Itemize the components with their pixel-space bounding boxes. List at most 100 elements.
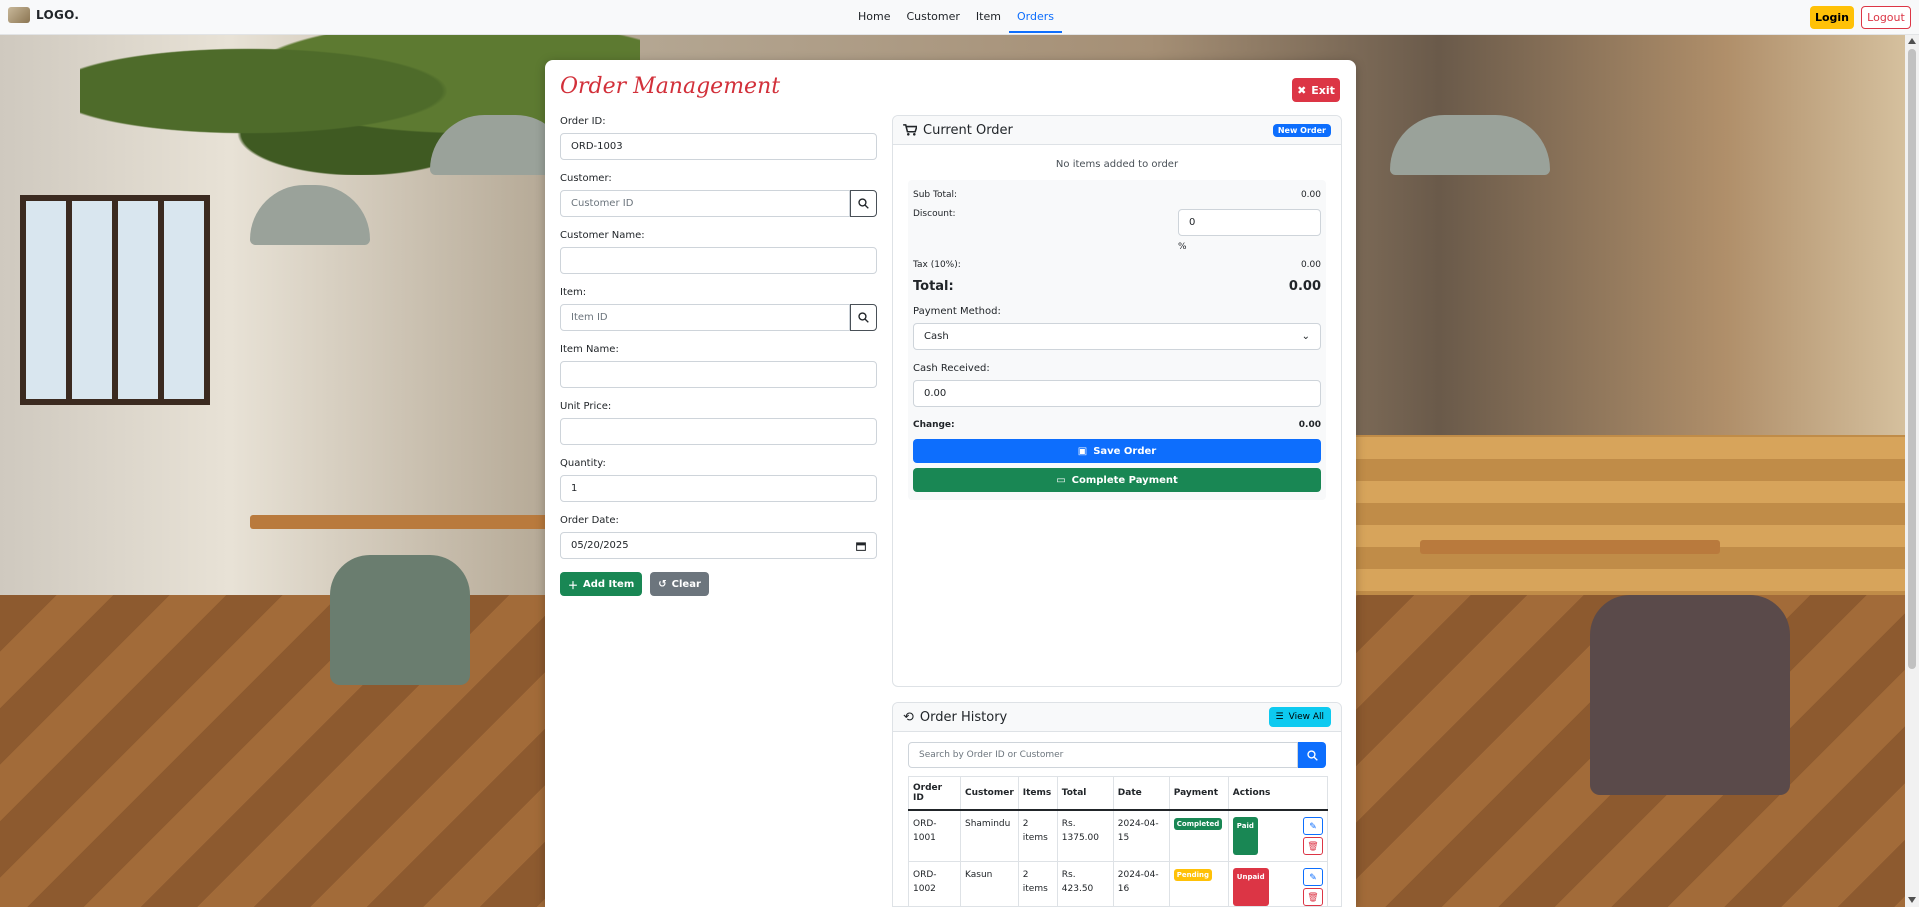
customer-label: Customer: [560, 173, 612, 184]
search-icon [1306, 749, 1318, 761]
calendar-icon[interactable] [856, 541, 866, 551]
delete-order-button[interactable]: 🗑 [1303, 888, 1323, 906]
column-header-payment: Payment [1168, 776, 1229, 811]
page-scrollbar[interactable] [1905, 35, 1919, 907]
logout-button[interactable]: Logout [1861, 6, 1911, 29]
quantity-input[interactable]: 1 [560, 475, 877, 502]
payment-badge: Unpaid [1232, 868, 1269, 906]
cell-order-id: ORD-1001 [908, 809, 961, 862]
trash-icon: 🗑 [1307, 891, 1319, 902]
cash-received-input[interactable]: 0.00 [913, 380, 1321, 407]
order-history-header: ⟲ Order History ☰ View All [893, 703, 1341, 732]
tax-value: 0.00 [1300, 260, 1321, 270]
nav-link-item[interactable]: Item [968, 0, 1009, 33]
cell-actions: Paid ✎ 🗑 [1227, 809, 1329, 862]
background-chair [1590, 595, 1790, 795]
item-search-button[interactable] [850, 304, 877, 331]
order-date-value: 05/20/2025 [571, 540, 629, 551]
payment-method-label: Payment Method: [913, 306, 1001, 317]
cell-customer: Shamindu [960, 809, 1019, 862]
delete-order-button[interactable]: 🗑 [1303, 837, 1323, 855]
payment-method-select[interactable]: Cash ⌄ [913, 323, 1321, 350]
order-summary: Sub Total: 0.00 Discount: 0 % Tax (10%):… [908, 180, 1326, 500]
customer-search-button[interactable] [850, 190, 877, 217]
logo[interactable]: LOGO. [8, 7, 79, 23]
exit-button[interactable]: ✖ Exit [1292, 78, 1340, 102]
order-history-title: ⟲ Order History [903, 710, 1007, 725]
customer-name-input[interactable] [560, 247, 877, 274]
discount-unit: % [1178, 242, 1187, 252]
save-order-button[interactable]: ▣ Save Order [913, 439, 1321, 463]
scroll-up-arrow[interactable] [1908, 38, 1916, 44]
unit-price-label: Unit Price: [560, 401, 612, 412]
customer-name-group: Customer Name: [560, 230, 877, 274]
cell-status: Completed [1168, 809, 1229, 862]
scrollbar-thumb[interactable] [1908, 49, 1916, 669]
order-id-input[interactable]: ORD-1003 [560, 133, 877, 160]
table-row: ORD-1001 Shamindu 2 items Rs. 1375.00 20… [908, 809, 1329, 862]
scroll-down-arrow[interactable] [1908, 897, 1916, 903]
plus-icon: ＋ [568, 580, 578, 592]
edit-icon: ✎ [1309, 871, 1317, 882]
add-item-button[interactable]: ＋ Add Item [560, 572, 643, 596]
item-name-group: Item Name: [560, 344, 877, 388]
clear-label: Clear [671, 578, 701, 590]
cell-items: 2 items [1017, 861, 1058, 906]
complete-payment-button[interactable]: ▭ Complete Payment [913, 468, 1321, 492]
order-date-label: Order Date: [560, 515, 619, 526]
nav-link-orders[interactable]: Orders [1008, 0, 1062, 33]
view-all-button[interactable]: ☰ View All [1268, 707, 1331, 727]
complete-payment-label: Complete Payment [1071, 474, 1178, 486]
order-date-group: Order Date: 05/20/2025 [560, 515, 877, 559]
logo-text: LOGO. [36, 8, 80, 22]
discount-box: 0 % [1178, 209, 1321, 252]
change-value: 0.00 [1298, 420, 1321, 430]
cell-actions: Unpaid ✎ 🗑 [1227, 861, 1329, 906]
item-id-input[interactable]: Item ID [560, 304, 850, 331]
order-history-title-text: Order History [919, 709, 1008, 725]
cell-total: Rs. 1375.00 [1056, 809, 1114, 862]
chevron-down-icon: ⌄ [1301, 331, 1310, 342]
customer-name-label: Customer Name: [560, 230, 645, 241]
item-label: Item: [560, 287, 587, 298]
order-search-group: Search by Order ID or Customer [908, 742, 1326, 768]
actions-wrapper: Unpaid ✎ 🗑 [1232, 868, 1323, 906]
unit-price-input[interactable] [560, 418, 877, 445]
login-button[interactable]: Login [1810, 6, 1854, 29]
edit-order-button[interactable]: ✎ [1303, 868, 1323, 886]
search-icon [858, 198, 869, 209]
cash-received-label: Cash Received: [913, 363, 990, 374]
nav-link-customer[interactable]: Customer [898, 0, 967, 33]
background-table [250, 515, 550, 529]
discount-input[interactable]: 0 [1178, 209, 1321, 236]
order-id-group: Order ID: ORD-1003 [560, 116, 877, 160]
nav-link-home[interactable]: Home [850, 0, 898, 33]
payment-badge: Paid [1232, 817, 1258, 855]
order-search-button[interactable] [1298, 742, 1326, 768]
current-order-title-text: Current Order [923, 122, 1013, 138]
clear-button[interactable]: ↺ Clear [650, 572, 709, 596]
order-date-input[interactable]: 05/20/2025 [560, 532, 877, 559]
item-name-input[interactable] [560, 361, 877, 388]
discount-row: Discount: 0 % [913, 209, 1321, 252]
order-history-card: ⟲ Order History ☰ View All Search by Ord… [892, 702, 1342, 907]
total-row: Total: 0.00 [913, 279, 1321, 294]
cell-date: 2024-04-16 [1112, 861, 1170, 906]
cash-received-group: Cash Received: 0.00 [913, 363, 1321, 407]
change-row: Change: 0.00 [913, 420, 1321, 430]
edit-order-button[interactable]: ✎ [1303, 817, 1323, 835]
item-name-label: Item Name: [560, 344, 619, 355]
row-actions: ✎ 🗑 [1303, 868, 1323, 906]
page-title: Order Management [560, 74, 781, 99]
order-search-input[interactable]: Search by Order ID or Customer [908, 742, 1298, 768]
nav-links: Home Customer Item Orders [850, 0, 1062, 35]
order-management-panel: Order Management ✖ Exit Order ID: ORD-10… [545, 60, 1356, 907]
subtotal-row: Sub Total: 0.00 [913, 190, 1321, 200]
save-icon: ▣ [1077, 445, 1088, 457]
table-header-row: Order ID Customer Items Total Date Payme… [908, 776, 1329, 811]
cell-items: 2 items [1017, 809, 1058, 862]
customer-input-group: Customer ID [560, 190, 877, 217]
tax-row: Tax (10%): 0.00 [913, 260, 1321, 270]
cell-total: Rs. 423.50 [1056, 861, 1114, 906]
customer-id-input[interactable]: Customer ID [560, 190, 850, 217]
